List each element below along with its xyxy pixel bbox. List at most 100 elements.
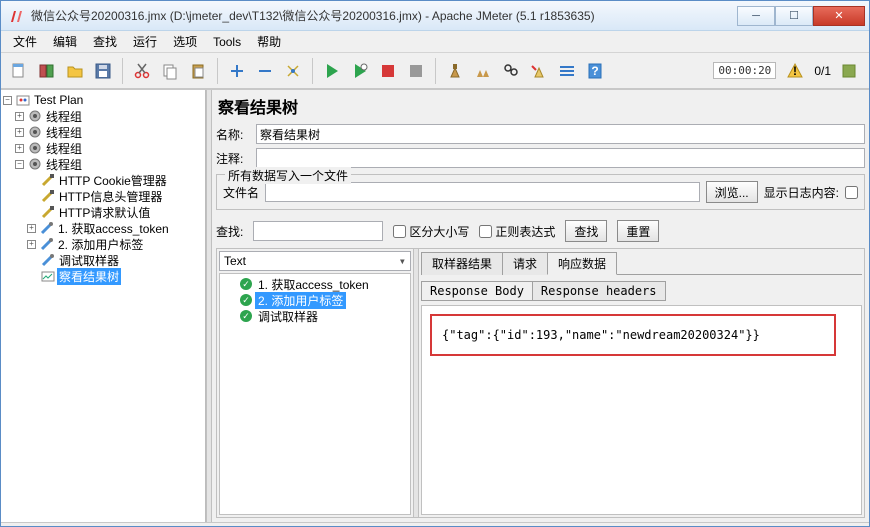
- tab-response[interactable]: 响应数据: [547, 252, 617, 275]
- tree-label: 线程组: [44, 140, 84, 157]
- tree-label: 2. 添加用户标签: [56, 236, 145, 253]
- close-button[interactable]: ✕: [813, 6, 865, 26]
- tree-threadgroup[interactable]: + 线程组: [3, 140, 203, 156]
- run-notimer-button[interactable]: [348, 59, 372, 83]
- response-body-area[interactable]: {"tag":{"id":193,"name":"newdream2020032…: [421, 305, 862, 515]
- collapse-icon[interactable]: −: [15, 160, 24, 169]
- clear-button[interactable]: [443, 59, 467, 83]
- cut-button[interactable]: [130, 59, 154, 83]
- tree-step1[interactable]: + 1. 获取access_token: [3, 220, 203, 236]
- response-body-text: {"tag":{"id":193,"name":"newdream2020032…: [430, 314, 836, 356]
- expand-icon[interactable]: +: [27, 240, 36, 249]
- menu-options[interactable]: 选项: [167, 31, 203, 52]
- toggle-button[interactable]: [281, 59, 305, 83]
- svg-text:!: !: [793, 64, 797, 78]
- menu-run[interactable]: 运行: [127, 31, 163, 52]
- stop-button[interactable]: [376, 59, 400, 83]
- menu-tools[interactable]: Tools: [207, 33, 247, 51]
- clearall-button[interactable]: [471, 59, 495, 83]
- comment-label: 注释:: [216, 150, 250, 167]
- panel-title: 察看结果树: [216, 92, 865, 122]
- open-button[interactable]: [63, 59, 87, 83]
- expand-icon[interactable]: +: [15, 112, 24, 121]
- result-tree[interactable]: ✓ 1. 获取access_token ✓ 2. 添加用户标签 ✓ 调试取样器: [219, 273, 411, 515]
- run-button[interactable]: [320, 59, 344, 83]
- result-row[interactable]: ✓ 1. 获取access_token: [222, 276, 408, 292]
- result-row[interactable]: ✓ 2. 添加用户标签: [222, 292, 408, 308]
- collapse-button[interactable]: [253, 59, 277, 83]
- regex-checkbox[interactable]: 正则表达式: [479, 223, 555, 240]
- comment-row: 注释:: [216, 148, 865, 168]
- collapse-icon[interactable]: −: [3, 96, 12, 105]
- window-buttons: ─ ☐ ✕: [737, 6, 865, 26]
- pass-icon: ✓: [240, 310, 252, 322]
- window-title: 微信公众号20200316.jmx (D:\jmeter_dev\T132\微信…: [31, 7, 737, 24]
- tree-http-defaults[interactable]: HTTP请求默认值: [3, 204, 203, 220]
- paste-button[interactable]: [186, 59, 210, 83]
- tree-label: 调试取样器: [57, 252, 121, 269]
- threadgroup-icon: [28, 141, 42, 155]
- tree-threadgroup[interactable]: + 线程组: [3, 108, 203, 124]
- tree-cookie-mgr[interactable]: HTTP Cookie管理器: [3, 172, 203, 188]
- tree-header-mgr[interactable]: HTTP信息头管理器: [3, 188, 203, 204]
- result-row[interactable]: ✓ 调试取样器: [222, 308, 408, 324]
- titlebar: 微信公众号20200316.jmx (D:\jmeter_dev\T132\微信…: [1, 1, 869, 31]
- help-button[interactable]: ?: [583, 59, 607, 83]
- search-input[interactable]: [253, 221, 383, 241]
- tree-root[interactable]: − Test Plan: [3, 92, 203, 108]
- tree-label: 1. 获取access_token: [56, 220, 171, 237]
- menu-find[interactable]: 查找: [87, 31, 123, 52]
- copy-button[interactable]: [158, 59, 182, 83]
- save-button[interactable]: [91, 59, 115, 83]
- expand-icon[interactable]: +: [27, 224, 36, 233]
- new-button[interactable]: [7, 59, 31, 83]
- results-panel: 察看结果树 名称: 注释: 所有数据写入一个文件 文件名 浏览... 显示日志内…: [212, 90, 869, 522]
- logshow-checkbox[interactable]: [845, 186, 858, 199]
- tree-debug[interactable]: 调试取样器: [3, 252, 203, 268]
- renderer-dropdown[interactable]: Text: [219, 251, 411, 271]
- tree-label: 察看结果树: [57, 268, 121, 285]
- tab-sampler[interactable]: 取样器结果: [421, 252, 503, 275]
- function-button[interactable]: [555, 59, 579, 83]
- tree-label: 线程组: [44, 108, 84, 125]
- svg-text:?: ?: [591, 64, 598, 78]
- expand-icon[interactable]: +: [15, 144, 24, 153]
- search-button[interactable]: 查找: [565, 220, 607, 242]
- sampler-icon: [40, 237, 54, 251]
- menu-file[interactable]: 文件: [7, 31, 43, 52]
- searchreset-button[interactable]: [527, 59, 551, 83]
- templates-button[interactable]: [35, 59, 59, 83]
- config-icon: [41, 173, 55, 187]
- test-plan-tree[interactable]: − Test Plan + 线程组 + 线程组 + 线程组: [1, 90, 206, 522]
- menu-edit[interactable]: 编辑: [47, 31, 83, 52]
- result-label: 调试取样器: [255, 308, 321, 325]
- expand-icon[interactable]: +: [15, 128, 24, 137]
- name-label: 名称:: [216, 126, 250, 143]
- sampler-icon: [40, 221, 54, 235]
- tree-threadgroup[interactable]: + 线程组: [3, 124, 203, 140]
- subtab-headers[interactable]: Response headers: [532, 281, 666, 301]
- case-checkbox[interactable]: 区分大小写: [393, 223, 469, 240]
- testplan-icon: [16, 93, 30, 107]
- reset-button[interactable]: 重置: [617, 220, 659, 242]
- shutdown-button[interactable]: [404, 59, 428, 83]
- name-input[interactable]: [256, 124, 865, 144]
- results-left: Text ✓ 1. 获取access_token ✓ 2. 添加用户标签 ✓ 调: [217, 249, 413, 517]
- tree-results[interactable]: 察看结果树: [3, 268, 203, 284]
- browse-button[interactable]: 浏览...: [706, 181, 758, 203]
- search-button[interactable]: [499, 59, 523, 83]
- content-area: − Test Plan + 线程组 + 线程组 + 线程组: [1, 89, 869, 522]
- comment-input[interactable]: [256, 148, 865, 168]
- filename-input[interactable]: [265, 182, 700, 202]
- menu-help[interactable]: 帮助: [251, 31, 287, 52]
- tab-request[interactable]: 请求: [502, 252, 548, 275]
- expand-button[interactable]: [225, 59, 249, 83]
- tree-step2[interactable]: + 2. 添加用户标签: [3, 236, 203, 252]
- subtab-body[interactable]: Response Body: [421, 281, 533, 301]
- minimize-button[interactable]: ─: [737, 6, 775, 26]
- search-label: 查找:: [216, 223, 243, 240]
- thread-count: 0/1: [814, 64, 831, 78]
- tree-threadgroup-open[interactable]: − 线程组: [3, 156, 203, 172]
- maximize-button[interactable]: ☐: [775, 6, 813, 26]
- logshow-label: 显示日志内容:: [764, 184, 839, 201]
